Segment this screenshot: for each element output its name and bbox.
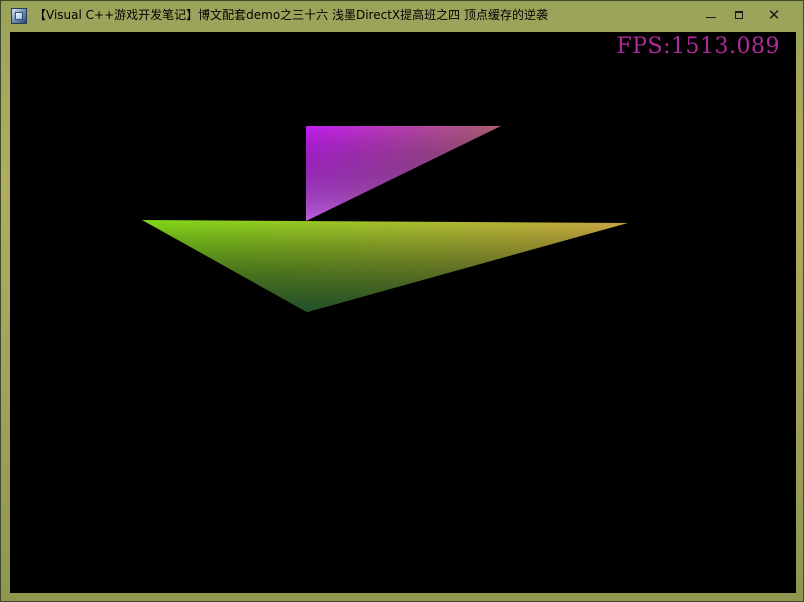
upper-triangle xyxy=(306,126,501,221)
maximize-button[interactable] xyxy=(723,1,755,29)
app-window-icon[interactable] xyxy=(11,8,27,24)
scene-canvas xyxy=(142,126,628,312)
minimize-icon xyxy=(706,16,716,18)
app-window: 【Visual C++游戏开发笔记】博文配套demo之三十六 浅墨DirectX… xyxy=(0,0,804,602)
maximize-icon xyxy=(735,11,743,19)
close-icon: ✕ xyxy=(767,5,781,24)
render-viewport[interactable]: FPS:1513.089 xyxy=(10,32,796,593)
title-bar[interactable]: 【Visual C++游戏开发笔记】博文配套demo之三十六 浅墨DirectX… xyxy=(1,1,803,31)
fps-readout: FPS:1513.089 xyxy=(616,34,780,59)
close-button[interactable]: ✕ xyxy=(757,1,791,29)
lower-triangle xyxy=(142,220,628,312)
window-title: 【Visual C++游戏开发笔记】博文配套demo之三十六 浅墨DirectX… xyxy=(34,8,548,22)
